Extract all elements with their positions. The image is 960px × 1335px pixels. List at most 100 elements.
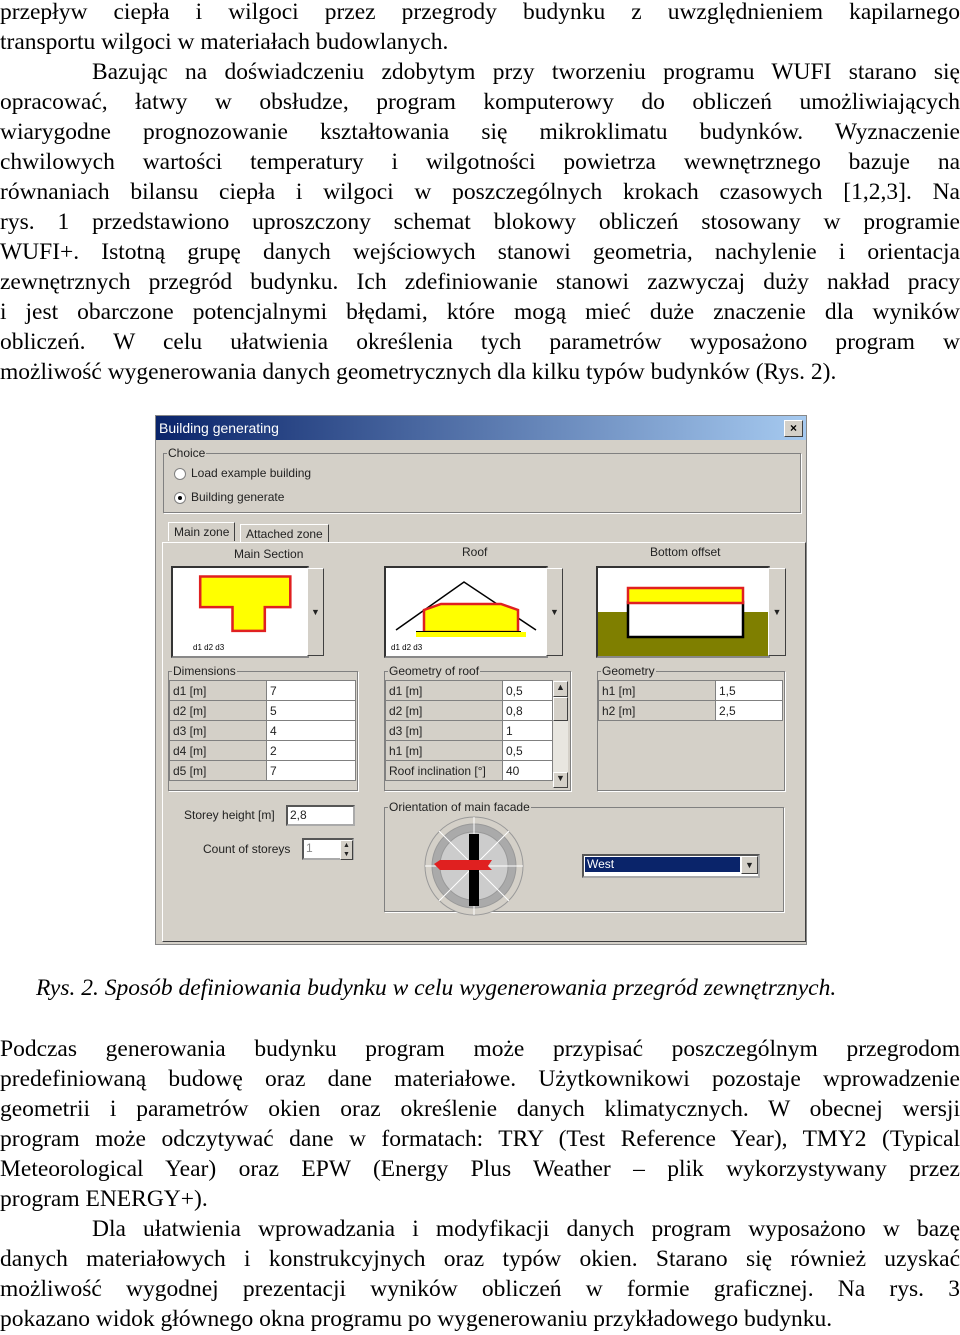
table-row: h1 [m] 1,5 (598, 680, 783, 701)
storey-height-label: Storey height [m] (184, 808, 275, 822)
geometry-label: Geometry (601, 664, 656, 678)
value-cell[interactable]: 0,5 (502, 740, 553, 761)
table-row: h1 [m] 0,5 (385, 740, 553, 761)
text-line: rys. 1 przedstawiono uproszczony schemat… (0, 209, 960, 235)
main-section-picture[interactable]: d1 d2 d3 (171, 566, 309, 658)
value-cell[interactable]: 2 (266, 740, 356, 761)
roof-scrollbar[interactable]: ▲ ▼ (553, 681, 568, 788)
table-row: h2 [m] 2,5 (598, 700, 783, 721)
scroll-up-icon[interactable]: ▲ (553, 681, 568, 697)
text-line: przepływ ciepła i wilgoci przez przegrod… (0, 0, 960, 25)
text-line: obliczeń. W celu ułatwienia określenia t… (0, 329, 960, 355)
orientation-selected-value: West (585, 857, 740, 872)
building-generating-dialog: Building generating × Choice Load exampl… (155, 415, 807, 945)
label-cell: d2 [m] (169, 700, 267, 721)
table-row: d1 [m] 7 (169, 680, 356, 701)
table-row: d4 [m] 2 (169, 740, 356, 761)
diagram-dim-labels: d1 d2 d3 (391, 643, 423, 652)
scroll-thumb[interactable] (553, 697, 568, 721)
diagram-dim-labels: d1 d2 d3 (193, 643, 225, 652)
radio-selected-icon (174, 491, 186, 504)
dimensions-table: d1 [m] 7 d2 [m] 5 d3 [m] 4 d4 [m] 2 d5 [m] 7 (169, 680, 356, 781)
text-line: Meteorological Year) oraz EPW (Energy Pl… (0, 1156, 960, 1182)
label-cell: d3 [m] (385, 720, 503, 741)
text-line: program ENERGY+). (0, 1186, 208, 1212)
text-line: pokazano widok głównego okna programu po… (0, 1306, 833, 1332)
label-cell: d1 [m] (169, 680, 267, 701)
text-line: Bazując na doświadczeniu zdobytym przy t… (92, 59, 960, 85)
dialog-title: Building generating (156, 416, 806, 440)
close-button[interactable]: × (784, 420, 803, 437)
chevron-down-icon[interactable]: ▼ (741, 856, 758, 874)
radio-label: Building generate (191, 490, 285, 504)
label-cell: h1 [m] (598, 680, 716, 701)
bottom-offset-diagram (598, 586, 768, 656)
choice-label: Choice (167, 446, 207, 460)
label-cell: h1 [m] (385, 740, 503, 761)
value-cell[interactable]: 2,5 (715, 700, 783, 721)
figure-caption: Rys. 2. Sposób definiowania budynku w ce… (36, 975, 837, 1001)
value-cell[interactable]: 40 (502, 760, 553, 781)
table-row: d2 [m] 0,8 (385, 700, 553, 721)
table-row: d2 [m] 5 (169, 700, 356, 721)
scroll-down-icon[interactable]: ▼ (553, 772, 568, 788)
text-line: Podczas generowania budynku program może… (0, 1036, 960, 1062)
roof-diagram: d1 d2 d3 (391, 581, 537, 652)
radio-label: Load example building (191, 466, 312, 480)
text-line: geometrii i parametrów okien oraz określ… (0, 1096, 960, 1122)
main-section-dropdown-button[interactable]: ▼ (307, 568, 324, 656)
text-line: predefiniowaną budowę oraz dane materiał… (0, 1066, 960, 1092)
text-line: możliwość wygenerowania danych geometryc… (0, 359, 837, 385)
count-storeys-label: Count of storeys (203, 842, 291, 856)
tab-attached-zone[interactable]: Attached zone (240, 524, 329, 543)
text-line: chwilowych wartości temperatury i wilgot… (0, 149, 960, 175)
tab-main-zone[interactable]: Main zone (168, 522, 236, 541)
bottom-offset-picture[interactable] (596, 566, 770, 658)
main-section-label: Main Section (234, 547, 304, 561)
text-line: transportu wilgoci w materiałach budowla… (0, 29, 449, 55)
table-row: Roof inclination [°] 40 (385, 760, 553, 781)
value-cell[interactable]: 1 (502, 720, 553, 741)
bottom-offset-label: Bottom offset (650, 545, 721, 559)
label-cell: Roof inclination [°] (385, 760, 503, 781)
roof-picture[interactable]: d1 d2 d3 (384, 566, 548, 658)
value-cell[interactable]: 7 (266, 760, 356, 781)
value-cell[interactable]: 1,5 (715, 680, 783, 701)
geometry-table: h1 [m] 1,5 h2 [m] 2,5 (598, 680, 783, 721)
label-cell: d5 [m] (169, 760, 267, 781)
value-cell[interactable]: 0,5 (502, 680, 553, 701)
roof-geometry-table: d1 [m] 0,5 d2 [m] 0,8 d3 [m] 1 h1 [m] 0,5 Roof i… (385, 680, 553, 781)
label-cell: d4 [m] (169, 740, 267, 761)
roof-dropdown-button[interactable]: ▼ (546, 568, 563, 656)
text-line: program może odczytywać dane w formatach… (0, 1126, 960, 1152)
compass-icon[interactable] (422, 814, 526, 918)
label-cell: h2 [m] (598, 700, 716, 721)
roof-geometry-label: Geometry of roof (388, 664, 481, 678)
text-line: możliwość wygodnej prezentacji wyników o… (0, 1276, 960, 1302)
radio-icon (174, 467, 186, 480)
table-row: d3 [m] 1 (385, 720, 553, 741)
count-storeys-spinner[interactable]: ▲ ▼ (340, 840, 353, 860)
label-cell: d2 [m] (385, 700, 503, 721)
table-row: d1 [m] 0,5 (385, 680, 553, 701)
bottom-offset-dropdown-button[interactable]: ▼ (768, 568, 786, 656)
text-line: WUFI+. Istotną grupę danych wejściowych … (0, 239, 960, 265)
orientation-label: Orientation of main facade (388, 800, 531, 814)
value-cell[interactable]: 5 (266, 700, 356, 721)
main-section-diagram: d1 d2 d3 (193, 575, 292, 652)
value-cell[interactable]: 0,8 (502, 700, 553, 721)
radio-load-example[interactable]: Load example building (174, 466, 311, 480)
dimensions-label: Dimensions (172, 664, 237, 678)
table-row: d3 [m] 4 (169, 720, 356, 741)
radio-building-generate[interactable]: Building generate (174, 490, 284, 504)
roof-label: Roof (462, 545, 488, 559)
value-cell[interactable]: 7 (266, 680, 356, 701)
orientation-select[interactable]: West ▼ (582, 854, 760, 878)
value-cell[interactable]: 4 (266, 720, 356, 741)
text-line: równaniach bilansu ciepła i wilgoci w po… (0, 179, 960, 205)
storey-height-input[interactable]: 2,8 (286, 805, 355, 826)
text-line: i jest obarczone potencjalnymi błędami, … (0, 299, 960, 325)
label-cell: d3 [m] (169, 720, 267, 741)
text-line: opracować, łatwy w obsłudze, program kom… (0, 89, 960, 115)
text-line: wiarygodne prognozowanie kształtowania s… (0, 119, 960, 145)
